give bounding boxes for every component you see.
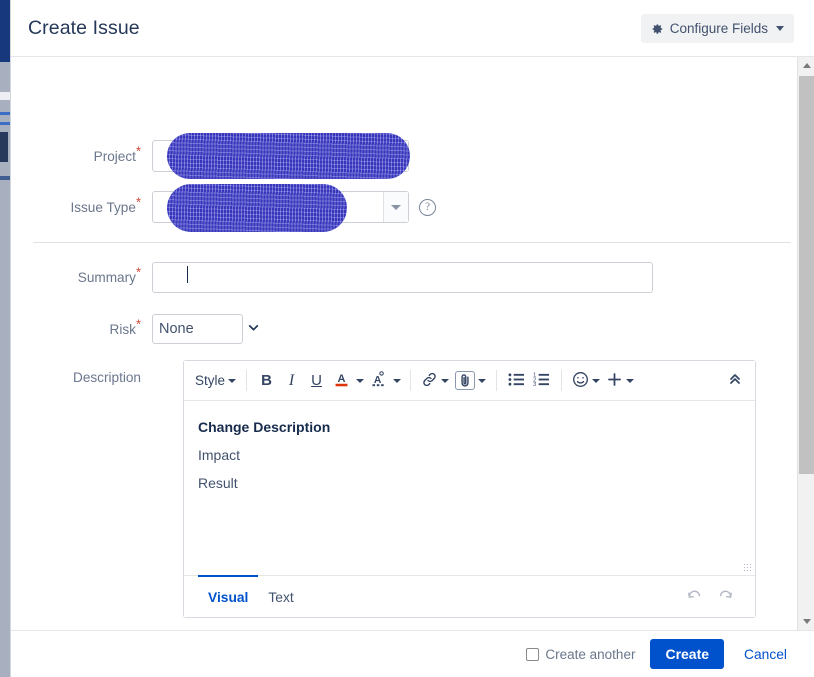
- underlying-content-strip: [0, 132, 8, 162]
- form-scrollbar[interactable]: [797, 57, 814, 630]
- text-color-dropdown[interactable]: [354, 367, 366, 395]
- bullet-list-icon: [508, 372, 525, 390]
- text-highlight-button[interactable]: A: [366, 367, 391, 395]
- create-button[interactable]: Create: [650, 639, 725, 669]
- description-rich-text-editor: Style B I U A A 1 2 3 Change Description…: [183, 360, 756, 618]
- create-another-label: Create another: [545, 646, 636, 662]
- chevron-down-icon: [441, 378, 450, 383]
- required-marker: *: [135, 194, 141, 210]
- dialog-footer: Create another Create Cancel: [11, 630, 814, 677]
- tab-visual[interactable]: Visual: [198, 575, 259, 617]
- underlying-content-strip: [0, 112, 10, 115]
- dialog-body: Project* Issue Type* ? Summary* Risk* No…: [11, 57, 814, 630]
- resize-grip-icon[interactable]: [743, 563, 752, 572]
- underline-button[interactable]: U: [304, 367, 329, 395]
- create-issue-dialog: Create Issue Configure Fields Project* I…: [10, 0, 814, 677]
- description-label: Description: [73, 370, 141, 385]
- text-color-icon: A: [333, 370, 350, 392]
- dialog-header: Create Issue Configure Fields: [11, 0, 814, 57]
- configure-fields-label: Configure Fields: [669, 21, 768, 36]
- project-label: Project*: [93, 143, 141, 164]
- required-marker: *: [135, 143, 141, 159]
- issue-type-label: Issue Type*: [70, 194, 141, 215]
- required-marker: *: [135, 316, 141, 332]
- toolbar-separator: [561, 370, 563, 391]
- insert-more-button[interactable]: [603, 367, 637, 395]
- scroll-up-arrow-icon[interactable]: [798, 57, 814, 74]
- bullet-list-button[interactable]: [504, 367, 529, 395]
- text-cursor: [187, 266, 189, 283]
- smiley-icon: [572, 371, 589, 391]
- field-row-summary: Summary*: [11, 262, 653, 293]
- style-menu-button[interactable]: Style: [192, 367, 239, 395]
- bold-button[interactable]: B: [254, 367, 279, 395]
- toolbar-separator: [496, 370, 498, 391]
- summary-input[interactable]: [152, 262, 653, 293]
- paperclip-icon: [455, 371, 476, 390]
- toolbar-separator: [410, 370, 412, 391]
- chevron-down-icon: [247, 321, 260, 339]
- chevron-down-icon: [356, 378, 365, 383]
- configure-fields-button[interactable]: Configure Fields: [640, 14, 794, 43]
- undo-button[interactable]: [679, 576, 710, 617]
- text-color-button[interactable]: A: [329, 367, 354, 395]
- emoji-button[interactable]: [569, 367, 603, 395]
- tab-text[interactable]: Text: [258, 575, 303, 617]
- triangle-down-icon: [391, 204, 401, 210]
- risk-label: Risk*: [109, 316, 142, 337]
- chevron-down-icon: [478, 378, 487, 383]
- project-value-redaction: [167, 133, 410, 179]
- underlying-content-strip: [0, 122, 10, 125]
- description-line: Result: [198, 475, 238, 491]
- italic-button[interactable]: I: [279, 367, 304, 395]
- cancel-button[interactable]: Cancel: [738, 646, 793, 663]
- svg-text:3: 3: [533, 382, 536, 387]
- issue-type-help-icon[interactable]: ?: [419, 198, 436, 216]
- collapse-toolbar-button[interactable]: [722, 367, 747, 395]
- link-icon: [421, 371, 438, 391]
- chevron-down-icon: [592, 378, 601, 383]
- double-chevron-up-icon: [727, 371, 743, 390]
- numbered-list-button[interactable]: 1 2 3: [529, 367, 554, 395]
- create-another-checkbox[interactable]: Create another: [526, 647, 635, 662]
- risk-select[interactable]: None: [152, 314, 243, 344]
- issue-type-dropdown-button[interactable]: [383, 192, 408, 222]
- description-line: Change Description: [198, 419, 331, 435]
- page-title: Create Issue: [28, 17, 140, 39]
- chevron-down-icon: [776, 26, 784, 31]
- summary-label: Summary*: [77, 264, 141, 285]
- footer-spacer: [304, 576, 679, 617]
- scrollbar-thumb[interactable]: [799, 76, 814, 474]
- field-row-description: Description: [11, 369, 152, 387]
- redo-button[interactable]: [710, 576, 741, 617]
- attachment-button[interactable]: [452, 367, 489, 395]
- editor-toolbar: Style B I U A A 1 2 3: [184, 361, 755, 401]
- chevron-down-icon: [393, 378, 402, 383]
- scroll-down-arrow-icon[interactable]: [798, 613, 814, 630]
- link-button[interactable]: [418, 367, 452, 395]
- description-content-area[interactable]: Change Description Impact Result: [184, 401, 755, 575]
- chevron-down-icon: [626, 378, 635, 383]
- numbered-list-icon: 1 2 3: [533, 372, 550, 390]
- form-section-divider: [33, 242, 791, 243]
- issue-form: Project* Issue Type* ? Summary* Risk* No…: [11, 57, 797, 630]
- style-menu-label: Style: [195, 373, 226, 388]
- gear-icon: [650, 22, 664, 36]
- checkbox-box[interactable]: [526, 647, 540, 661]
- text-highlight-dropdown[interactable]: [391, 367, 403, 395]
- description-line: Impact: [198, 447, 241, 463]
- chevron-down-icon: [228, 378, 237, 383]
- editor-footer: Visual Text: [184, 575, 755, 617]
- text-highlight-icon: A: [369, 370, 388, 392]
- toolbar-separator: [246, 370, 248, 391]
- svg-text:A: A: [338, 373, 346, 385]
- issue-type-value-redaction: [167, 184, 347, 232]
- plus-icon: [606, 371, 623, 391]
- required-marker: *: [135, 264, 141, 280]
- field-row-risk: Risk* None: [11, 314, 243, 344]
